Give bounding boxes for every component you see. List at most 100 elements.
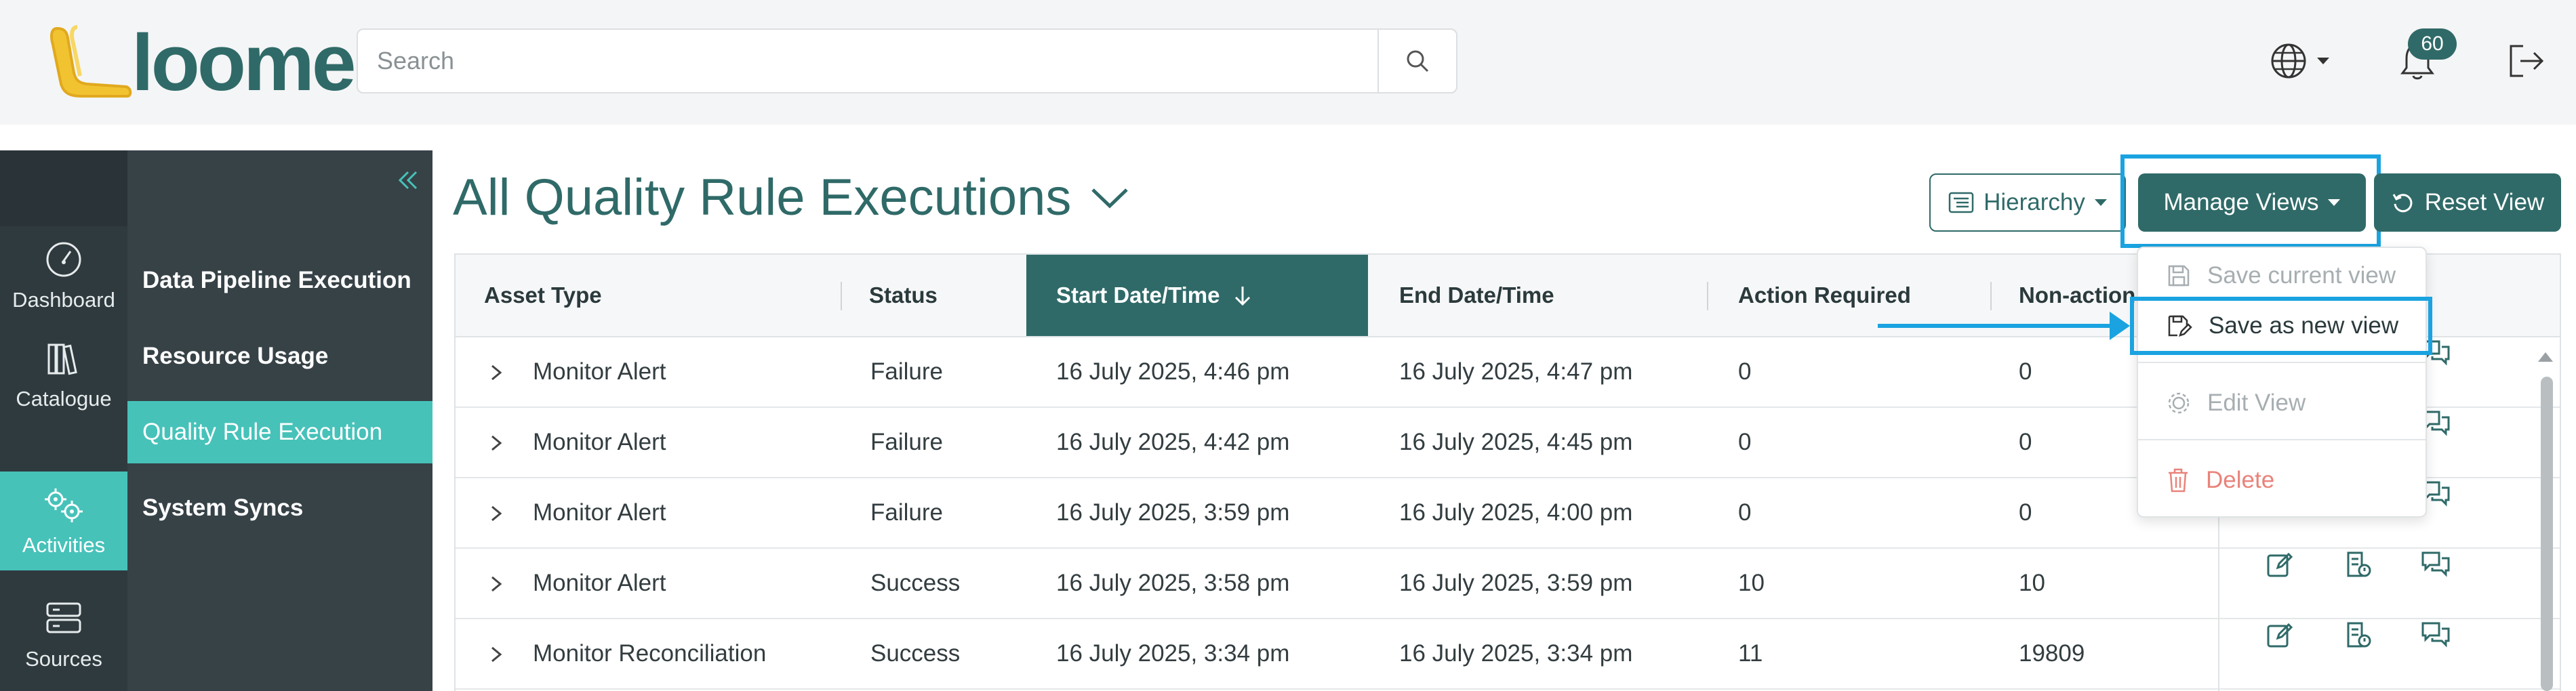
nav-sources[interactable]: Sources: [0, 585, 127, 684]
cell-status: Success: [870, 640, 961, 667]
cell-non-action: 10: [2019, 570, 2045, 596]
hierarchy-icon: [1948, 192, 1974, 213]
cell-status: Failure: [870, 429, 943, 455]
cell-end: 16 July 2025, 3:59 pm: [1399, 570, 1633, 596]
menu-divider: [2138, 362, 2426, 363]
reset-view-button[interactable]: Reset View: [2374, 173, 2561, 232]
cell-action-required: 0: [1738, 358, 1752, 385]
gear-icon: [2168, 392, 2190, 414]
comments-icon[interactable]: [2419, 618, 2453, 652]
edit-icon[interactable]: [2263, 547, 2297, 581]
cell-end: 16 July 2025, 3:34 pm: [1399, 640, 1633, 667]
subnav-resource-usage[interactable]: Resource Usage: [127, 325, 432, 388]
cell-end: 16 July 2025, 4:45 pm: [1399, 429, 1633, 455]
trash-icon: [2169, 468, 2188, 493]
menu-edit-view[interactable]: Edit View: [2138, 375, 2426, 431]
view-selector[interactable]: All Quality Rule Executions: [453, 168, 1131, 227]
search-input[interactable]: [358, 30, 1377, 92]
collapse-sidebar-button[interactable]: [395, 167, 422, 197]
cell-status: Success: [870, 570, 961, 596]
expand-row-icon[interactable]: [488, 574, 504, 593]
column-start-date-label: Start Date/Time: [1056, 282, 1220, 308]
menu-save-current-view-label: Save current view: [2207, 262, 2396, 289]
save-icon: [2168, 265, 2190, 287]
scroll-up-icon[interactable]: [2535, 350, 2556, 366]
reset-view-label: Reset View: [2424, 189, 2545, 215]
expand-row-icon[interactable]: [488, 645, 504, 664]
nav-sources-label: Sources: [25, 647, 102, 671]
column-end-date[interactable]: End Date/Time: [1368, 255, 1707, 336]
nav-dashboard-label: Dashboard: [12, 288, 115, 312]
subnav-system-syncs[interactable]: System Syncs: [127, 477, 432, 539]
search-button[interactable]: [1377, 30, 1456, 92]
nav-activities-label: Activities: [22, 533, 106, 557]
notification-count-badge: 60: [2408, 28, 2457, 60]
nav-dashboard[interactable]: Dashboard: [0, 226, 127, 325]
chevron-down-icon: [2317, 58, 2329, 64]
menu-edit-view-label: Edit View: [2207, 390, 2306, 416]
nav-activities[interactable]: Activities: [0, 472, 127, 570]
gauge-icon: [46, 242, 81, 277]
loome-logo[interactable]: loome: [47, 22, 356, 103]
sort-descending-icon: [1235, 287, 1251, 306]
cell-asset-type: Monitor Alert: [533, 358, 666, 385]
reset-icon: [2392, 194, 2413, 213]
expand-row-icon[interactable]: [488, 504, 504, 523]
cell-action-required: 0: [1738, 499, 1752, 526]
menu-delete[interactable]: Delete: [2138, 453, 2426, 508]
save-as-new-view-highlight: [2130, 297, 2432, 355]
server-icon: [46, 602, 81, 633]
chevron-down-icon: [1091, 188, 1129, 208]
nav-catalogue-label: Catalogue: [16, 387, 112, 411]
cell-non-action: 0: [2019, 429, 2032, 455]
globe-icon: [2271, 43, 2306, 79]
pointer-arrow: [1878, 324, 2116, 328]
column-start-date[interactable]: Start Date/Time: [1026, 255, 1368, 336]
menu-save-current-view[interactable]: Save current view: [2138, 248, 2426, 303]
cell-action-required: 10: [1738, 570, 1765, 596]
cell-start: 16 July 2025, 4:46 pm: [1056, 358, 1290, 385]
chevron-down-icon: [2094, 199, 2107, 206]
pointer-arrow-head: [2110, 312, 2130, 340]
logo-text: loome: [132, 18, 356, 108]
search-icon: [1407, 50, 1429, 72]
language-selector[interactable]: [2261, 37, 2336, 85]
cell-status: Failure: [870, 499, 943, 526]
cell-non-action: 19809: [2019, 640, 2085, 667]
cell-asset-type: Monitor Alert: [533, 429, 666, 455]
menu-divider: [2138, 439, 2426, 440]
cell-asset-type: Monitor Alert: [533, 570, 666, 596]
search-box: [357, 28, 1457, 93]
expand-row-icon[interactable]: [488, 434, 504, 453]
cell-start: 16 July 2025, 3:34 pm: [1056, 640, 1290, 667]
hierarchy-dropdown-button[interactable]: Hierarchy: [1929, 173, 2126, 232]
cell-end: 16 July 2025, 4:00 pm: [1399, 499, 1633, 526]
cell-action-required: 0: [1738, 429, 1752, 455]
manage-views-highlight: [2120, 154, 2381, 248]
activities-subnav: Data Pipeline Execution Resource Usage Q…: [127, 150, 432, 691]
logo-mark-icon: [50, 25, 132, 98]
top-header: loome 60: [0, 0, 2576, 125]
cell-start: 16 July 2025, 3:59 pm: [1056, 499, 1290, 526]
main-nav-rail: Dashboard Catalogue Activities Sources: [0, 150, 127, 691]
cell-asset-type: Monitor Reconciliation: [533, 640, 767, 667]
details-icon[interactable]: [2341, 547, 2375, 581]
cell-action-required: 11: [1738, 640, 1763, 667]
nav-catalogue[interactable]: Catalogue: [0, 325, 127, 424]
hierarchy-label: Hierarchy: [1984, 189, 2085, 215]
logout-button[interactable]: [2499, 37, 2553, 85]
logout-icon: [2510, 45, 2544, 77]
expand-row-icon[interactable]: [488, 363, 504, 382]
subnav-data-pipeline-execution[interactable]: Data Pipeline Execution: [127, 249, 432, 312]
column-asset-type[interactable]: Asset Type: [456, 255, 841, 336]
details-icon[interactable]: [2341, 618, 2375, 652]
cell-start: 16 July 2025, 4:42 pm: [1056, 429, 1290, 455]
books-icon: [47, 343, 77, 375]
subnav-quality-rule-execution[interactable]: Quality Rule Execution: [127, 401, 432, 463]
edit-icon[interactable]: [2263, 618, 2297, 652]
page-title: All Quality Rule Executions: [453, 169, 1072, 226]
scrollbar-thumb[interactable]: [2541, 377, 2553, 691]
cell-start: 16 July 2025, 3:58 pm: [1056, 570, 1290, 596]
comments-icon[interactable]: [2419, 547, 2453, 581]
manage-views-menu: Save current view Save as new view Edit …: [2137, 247, 2427, 518]
